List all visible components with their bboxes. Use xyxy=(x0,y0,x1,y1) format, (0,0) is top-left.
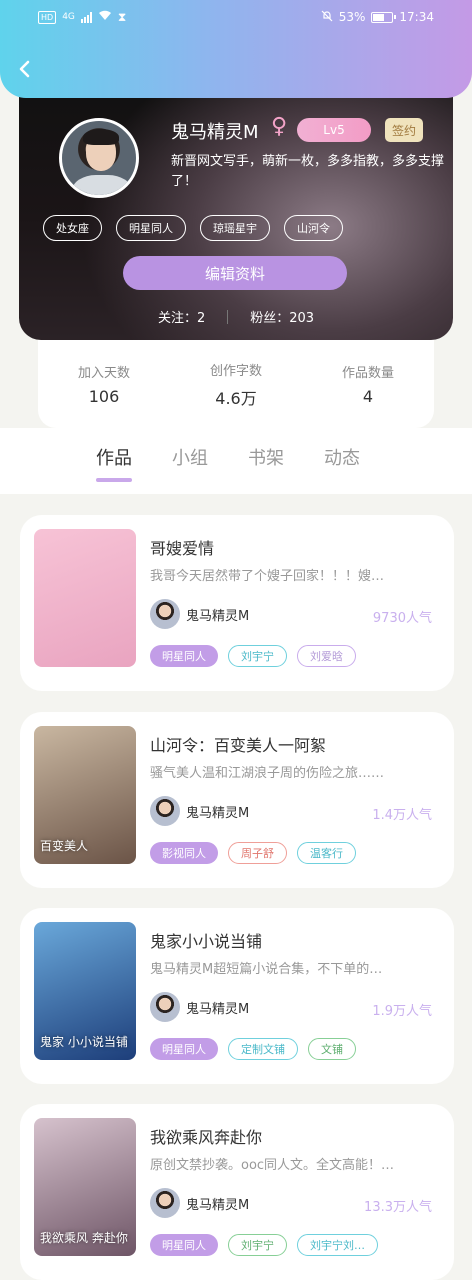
signal-icon xyxy=(80,11,92,23)
tab-activity[interactable]: 动态 xyxy=(324,444,360,470)
bio-text: 新晋网文写手，萌新一枚，多多指教，多多支撑了！ xyxy=(171,154,445,189)
author-avatar xyxy=(150,1188,180,1218)
work-tag[interactable]: 明星同人 xyxy=(150,645,218,667)
work-tag[interactable]: 刘宇宁刘… xyxy=(297,1234,378,1256)
stats-panel: 加入天数 106 创作字数 4.6万 作品数量 4 xyxy=(38,340,434,428)
stat-value: 4 xyxy=(362,387,374,406)
author-avatar xyxy=(150,992,180,1022)
work-title[interactable]: 山河令：百变美人一阿絮 xyxy=(150,732,326,756)
stat-value: 106 xyxy=(88,387,120,406)
work-tag[interactable]: 刘宇宁 xyxy=(228,1234,287,1256)
work-tag[interactable]: 温客行 xyxy=(297,842,356,864)
work-tag[interactable]: 刘宇宁 xyxy=(228,645,287,667)
stat-join-days: 加入天数 106 xyxy=(49,362,159,406)
stat-label: 作品数量 xyxy=(341,366,394,381)
work-description: 原创文禁抄袭。ooc同人文。全文高能！… xyxy=(150,1158,395,1173)
work-author[interactable]: 鬼马精灵M xyxy=(150,1188,249,1218)
author-name: 鬼马精灵M xyxy=(186,608,250,624)
work-title[interactable]: 哥嫂爱情 xyxy=(150,535,214,559)
cover-title-text: 我欲乘风 奔赴你 xyxy=(40,1231,128,1245)
hd-icon: HD xyxy=(38,10,57,24)
work-tags: 影视同人 周子舒 温客行 xyxy=(150,842,356,864)
work-tags: 明星同人 刘宇宁 刘爱晗 xyxy=(150,645,356,667)
stat-label: 加入天数 xyxy=(77,366,130,381)
profile-tag[interactable]: 明星同人 xyxy=(116,215,186,241)
profile-tag[interactable]: 处女座 xyxy=(43,215,102,241)
work-title[interactable]: 我欲乘风奔赴你 xyxy=(150,1124,262,1148)
fans-count[interactable]: 粉丝：203 xyxy=(250,307,314,326)
top-header: HD 4G ⧗ 53% 17:34 xyxy=(0,0,472,98)
author-name: 鬼马精灵M xyxy=(186,1001,250,1017)
stat-word-count: 创作字数 4.6万 xyxy=(181,360,291,409)
hourglass-icon: ⧗ xyxy=(117,9,127,24)
work-tag[interactable]: 影视同人 xyxy=(150,842,218,864)
nickname: 鬼马精灵M xyxy=(171,122,259,143)
tabs-bar: 作品 小组 书架 动态 xyxy=(0,428,472,494)
work-tag[interactable]: 明星同人 xyxy=(150,1234,218,1256)
work-card[interactable]: 哥嫂爱情我哥今天居然带了个嫂子回家！！！嫂… 鬼马精灵M 9730人气明星同人 刘宇宁… xyxy=(20,515,454,691)
profile-tag[interactable]: 琼瑶星宇 xyxy=(200,215,270,241)
work-description: 骚气美人温和江湖浪子周的伤险之旅…… xyxy=(150,766,385,781)
work-card[interactable]: 我欲乘风 奔赴你 我欲乘风奔赴你原创文禁抄袭。ooc同人文。全文高能！… 鬼马精灵M… xyxy=(20,1104,454,1280)
work-description: 我哥今天居然带了个嫂子回家！！！嫂… xyxy=(150,569,385,584)
author-name: 鬼马精灵M xyxy=(186,1197,250,1213)
follow-row: 关注：2 粉丝：203 xyxy=(19,307,453,326)
stat-works-count: 作品数量 4 xyxy=(313,362,423,406)
work-title[interactable]: 鬼家小小说当铺 xyxy=(150,928,262,952)
book-cover-image[interactable]: 百变美人 xyxy=(34,726,136,864)
work-author[interactable]: 鬼马精灵M xyxy=(150,599,249,629)
work-tag[interactable]: 刘爱晗 xyxy=(297,645,356,667)
profile-tag[interactable]: 山河令 xyxy=(284,215,343,241)
wifi-icon xyxy=(98,10,112,24)
chevron-left-icon xyxy=(19,60,30,78)
following-count[interactable]: 关注：2 xyxy=(158,307,205,326)
stat-label: 创作字数 xyxy=(209,363,262,379)
popularity-count: 1.9万人气 xyxy=(372,1004,432,1019)
divider xyxy=(227,309,229,324)
edit-profile-button[interactable]: 编辑资料 xyxy=(123,256,347,290)
profile-tags: 处女座 明星同人 琼瑶星宇 山河令 xyxy=(43,215,343,241)
popularity-count: 1.4万人气 xyxy=(372,808,432,823)
author-avatar xyxy=(150,796,180,826)
cover-title-text: 鬼家 小小说当铺 xyxy=(40,1035,128,1049)
author-avatar xyxy=(150,599,180,629)
popularity-count: 13.3万人气 xyxy=(364,1200,432,1215)
network-label: 4G xyxy=(62,12,75,22)
clock: 17:34 xyxy=(399,10,434,24)
work-tag[interactable]: 文铺 xyxy=(308,1038,356,1060)
work-card[interactable]: 百变美人 山河令：百变美人一阿絮骚气美人温和江湖浪子周的伤险之旅…… 鬼马精灵M 1.… xyxy=(20,712,454,888)
tab-works[interactable]: 作品 xyxy=(96,444,132,482)
signed-badge: 签约 xyxy=(385,118,423,142)
profile-card: 鬼马精灵M ♀ Lv5 签约 新晋网文写手，萌新一枚，多多指教，多多支撑了！ 处… xyxy=(19,70,453,340)
work-tags: 明星同人 刘宇宁 刘宇宁刘… xyxy=(150,1234,378,1256)
avatar[interactable] xyxy=(59,118,139,198)
battery-percent: 53% xyxy=(338,10,366,24)
work-tag[interactable]: 明星同人 xyxy=(150,1038,218,1060)
book-cover-image[interactable]: 我欲乘风 奔赴你 xyxy=(34,1118,136,1256)
work-tags: 明星同人 定制文铺 文铺 xyxy=(150,1038,356,1060)
mute-bell-icon xyxy=(321,10,333,25)
work-tag[interactable]: 周子舒 xyxy=(228,842,287,864)
cover-title-text: 百变美人 xyxy=(40,839,89,853)
status-bar: HD 4G ⧗ 53% 17:34 xyxy=(0,0,472,34)
work-description: 鬼马精灵M超短篇小说合集，不下单的… xyxy=(150,962,383,977)
level-badge: Lv5 xyxy=(297,118,371,142)
book-cover-image[interactable]: 鬼家 小小说当铺 xyxy=(34,922,136,1060)
book-cover-image[interactable] xyxy=(34,529,136,667)
work-author[interactable]: 鬼马精灵M xyxy=(150,796,249,826)
female-icon: ♀ xyxy=(271,114,288,139)
popularity-count: 9730人气 xyxy=(372,611,432,626)
work-card[interactable]: 鬼家 小小说当铺 鬼家小小说当铺鬼马精灵M超短篇小说合集，不下单的… 鬼马精灵M 1.… xyxy=(20,908,454,1084)
tab-bookshelf[interactable]: 书架 xyxy=(248,444,284,470)
work-tag[interactable]: 定制文铺 xyxy=(228,1038,298,1060)
author-name: 鬼马精灵M xyxy=(186,805,250,821)
stat-value: 4.6万 xyxy=(215,388,257,408)
work-author[interactable]: 鬼马精灵M xyxy=(150,992,249,1022)
battery-icon xyxy=(371,11,397,23)
tab-groups[interactable]: 小组 xyxy=(172,444,208,470)
back-button[interactable] xyxy=(14,56,36,82)
